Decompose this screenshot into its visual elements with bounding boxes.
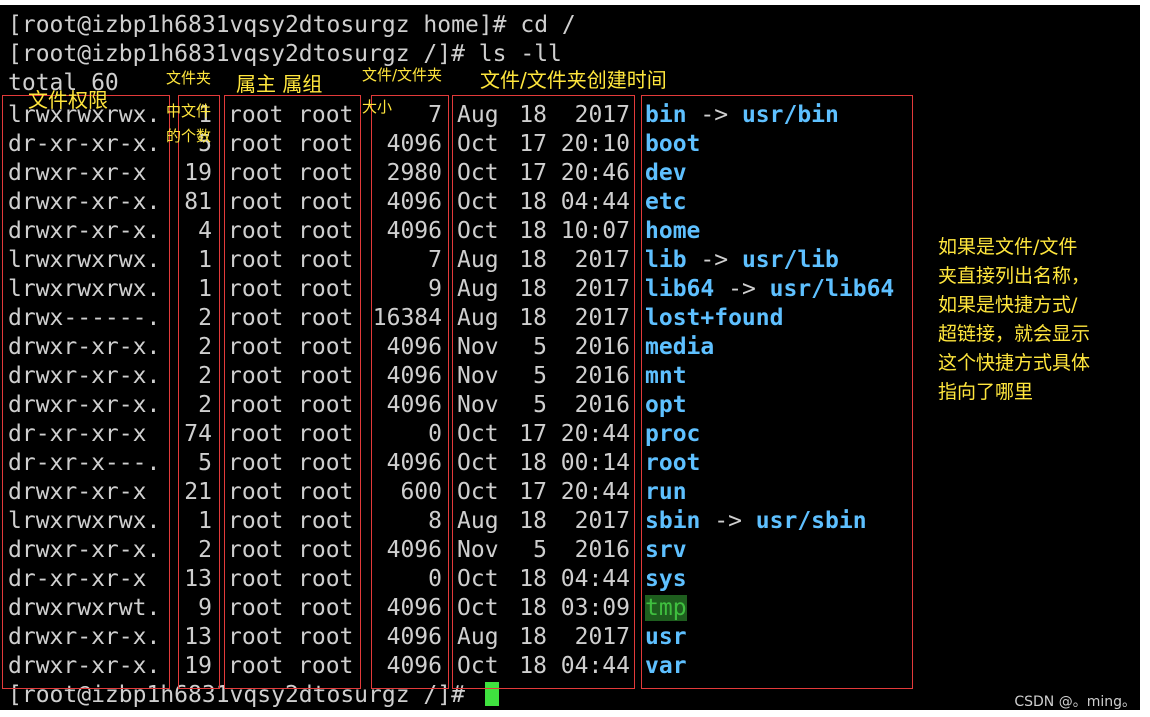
- box-created-time: [452, 95, 635, 689]
- terminal-window[interactable]: [root@izbp1h6831vqsy2dtosurgz home]# cd …: [0, 5, 1140, 710]
- box-link-count: [178, 95, 220, 689]
- side-note-line: 如果是快捷方式/: [938, 294, 1078, 316]
- annotation-owner-group: 属主 属组: [236, 72, 323, 96]
- annotation-link-count-2: 中文件: [166, 102, 212, 120]
- prompt-line-cd: [root@izbp1h6831vqsy2dtosurgz home]# cd …: [8, 12, 576, 38]
- side-note-line: 超链接，就会显示: [938, 323, 1091, 345]
- box-file-name: [641, 95, 913, 689]
- annotation-link-count-3: 的个数: [166, 127, 212, 145]
- box-size: [371, 95, 449, 689]
- side-note-line: 这个快捷方式具体: [938, 352, 1091, 374]
- annotation-size-1: 文件/文件夹: [362, 66, 443, 84]
- annotation-link-count-1: 文件夹: [166, 69, 212, 87]
- box-permissions: [2, 95, 170, 689]
- annotation-permissions: 文件权限: [28, 88, 108, 112]
- prompt-line-ls: [root@izbp1h6831vqsy2dtosurgz /]# ls -ll: [8, 41, 562, 67]
- annotation-side-note: 如果是文件/文件 夹直接列出名称， 如果是快捷方式/超链接，就会显示 这个快捷方式具体…: [938, 233, 1138, 407]
- watermark: CSDN @。ming。: [1014, 694, 1136, 710]
- annotation-created-time: 文件/文件夹创建时间: [480, 68, 667, 92]
- side-note-line: 夹直接列出名称，: [938, 265, 1091, 287]
- annotation-size-2: 大小: [362, 98, 393, 116]
- side-note-line: 指向了哪里: [938, 381, 1034, 403]
- box-owner-group: [224, 95, 361, 689]
- side-note-line: 如果是文件/文件: [938, 236, 1078, 258]
